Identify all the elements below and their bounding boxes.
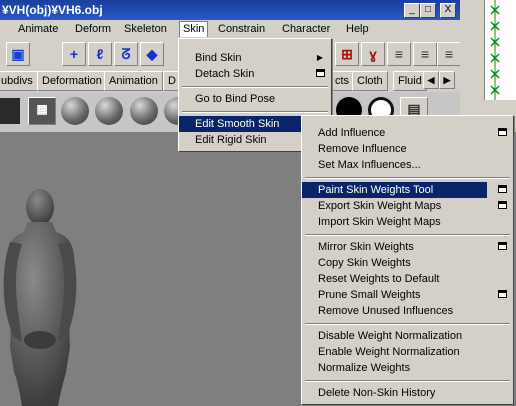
menu-item-prune-small-weights[interactable]: Prune Small Weights [302, 287, 513, 303]
menu-item-label: Set Max Influences... [318, 159, 421, 171]
menu-item-label: Normalize Weights [318, 362, 411, 374]
menu-item-remove-unused-influences[interactable]: Remove Unused Influences [302, 303, 513, 319]
grid-snap-icon[interactable]: ⊞ [335, 42, 359, 66]
maximize-button[interactable]: □ [420, 3, 436, 18]
sphere-shelf-icon-2[interactable] [95, 97, 123, 125]
option-box-icon[interactable] [498, 242, 507, 250]
edit-smooth-skin-submenu: Add Influence Remove Influence Set Max I… [301, 115, 514, 405]
tab-fluid[interactable]: Fluid [393, 71, 427, 91]
tab-scroll-right-icon[interactable]: ▶ [439, 71, 455, 89]
tab-objects[interactable]: cts [330, 71, 355, 91]
curve-tool-icon[interactable]: ᘔ [114, 42, 138, 66]
cube-tool-icon[interactable]: ◆ [140, 42, 164, 66]
option-box-icon[interactable] [498, 128, 507, 136]
menu-item-copy-skin-weights[interactable]: Copy Skin Weights [302, 255, 513, 271]
tab-cloth[interactable]: Cloth [352, 71, 388, 91]
menu-item-go-to-bind-pose[interactable]: Go to Bind Pose [179, 91, 331, 107]
menu-item-label: Go to Bind Pose [195, 93, 276, 105]
menu-deform[interactable]: Deform [72, 22, 114, 37]
tab-scroll-left-icon[interactable]: ◀ [423, 71, 439, 89]
menu-item-remove-influence[interactable]: Remove Influence [302, 141, 513, 157]
menu-separator [182, 111, 328, 113]
menu-item-set-max-influences[interactable]: Set Max Influences... [302, 157, 513, 173]
menu-item-disable-weight-normalization[interactable]: Disable Weight Normalization [302, 328, 513, 344]
outliner [484, 0, 516, 100]
list-icon[interactable]: ≡ [387, 42, 411, 66]
outliner-scroll-gutter [462, 8, 482, 108]
menu-character[interactable]: Character [279, 22, 333, 37]
menu-item-label: Edit Rigid Skin [195, 134, 267, 146]
menu-item-label: Reset Weights to Default [318, 273, 440, 285]
menu-item-label: Remove Unused Influences [318, 305, 454, 317]
submenu-arrow-icon: ▶ [316, 53, 323, 62]
paint-weights-shelf-icon[interactable]: ▦ [28, 97, 56, 125]
option-box-icon[interactable] [498, 290, 507, 298]
menu-skeleton[interactable]: Skeleton [121, 22, 170, 37]
plus-tool-icon[interactable]: + [62, 42, 86, 66]
menu-item-label: Remove Influence [318, 143, 407, 155]
menu-item-label: Enable Weight Normalization [318, 346, 460, 358]
sphere-shelf-icon-1[interactable] [61, 97, 89, 125]
menu-item-add-influence[interactable]: Add Influence [302, 125, 513, 141]
menu-item-label: Disable Weight Normalization [318, 330, 463, 342]
list-icon-2[interactable]: ≡ [413, 42, 437, 66]
menu-item-label: Paint Skin Weights Tool [318, 184, 434, 196]
menu-item-label: Edit Smooth Skin [195, 118, 280, 130]
close-button[interactable]: X [440, 3, 456, 18]
menu-item-enable-weight-normalization[interactable]: Enable Weight Normalization [302, 344, 513, 360]
option-box-icon[interactable] [498, 201, 507, 209]
menu-separator [305, 177, 510, 179]
menu-item-import-skin-weight-maps[interactable]: Import Skin Weight Maps [302, 214, 513, 230]
minimize-button[interactable]: _ [404, 3, 420, 18]
menu-item-label: Import Skin Weight Maps [318, 216, 441, 228]
menu-separator [305, 234, 510, 236]
menu-item-export-skin-weight-maps[interactable]: Export Skin Weight Maps [302, 198, 513, 214]
menu-item-label: Add Influence [318, 127, 386, 139]
menu-item-reset-weights-to-default[interactable]: Reset Weights to Default [302, 271, 513, 287]
menu-constrain[interactable]: Constrain [215, 22, 268, 37]
menu-separator [182, 86, 328, 88]
menu-item-bind-skin[interactable]: Bind Skin ▶ [179, 50, 331, 66]
menu-skin[interactable]: Skin [179, 21, 209, 37]
shelf-tool-icon[interactable] [0, 98, 20, 124]
menu-item-label: Mirror Skin Weights [318, 241, 414, 253]
menu-item-detach-skin[interactable]: Detach Skin [179, 66, 331, 82]
menu-separator [305, 380, 510, 382]
menu-item-label: Copy Skin Weights [318, 257, 411, 269]
menubar: Animate Deform Skeleton Skin Constrain C… [0, 20, 460, 39]
ik-handle-icon[interactable]: ℓ [88, 42, 112, 66]
tab-subdivs[interactable]: ubdivs [0, 71, 38, 91]
menu-separator [305, 323, 510, 325]
curve-snap-icon[interactable]: ɣ [361, 42, 385, 66]
option-box-icon[interactable] [316, 69, 325, 77]
menu-item-paint-skin-weights-tool[interactable]: Paint Skin Weights Tool [302, 182, 487, 198]
tab-deformation[interactable]: Deformation [37, 71, 107, 91]
menu-help[interactable]: Help [343, 22, 372, 37]
option-box-icon[interactable] [498, 185, 507, 193]
window-titlebar: ¥VH(obj)¥VH6.obj _ □ X [0, 0, 460, 20]
menu-item-label: Bind Skin [195, 52, 242, 64]
menu-item-mirror-skin-weights[interactable]: Mirror Skin Weights [302, 239, 513, 255]
joint-chain-icon [490, 0, 500, 100]
window-title: ¥VH(obj)¥VH6.obj [2, 3, 103, 17]
menu-item-label: Detach Skin [195, 68, 255, 80]
menu-item-delete-non-skin-history[interactable]: Delete Non-Skin History [302, 385, 513, 401]
list-icon-3[interactable]: ≡ [437, 42, 461, 66]
tab-animation[interactable]: Animation [104, 71, 163, 91]
select-tool-icon[interactable]: ▣ [6, 42, 30, 66]
menu-item-label: Export Skin Weight Maps [318, 200, 442, 212]
menu-animate[interactable]: Animate [15, 22, 61, 37]
menu-item-normalize-weights[interactable]: Normalize Weights [302, 360, 513, 376]
menu-item-label: Prune Small Weights [318, 289, 421, 301]
sphere-shelf-icon-3[interactable] [130, 97, 158, 125]
menu-item-label: Delete Non-Skin History [318, 387, 436, 399]
